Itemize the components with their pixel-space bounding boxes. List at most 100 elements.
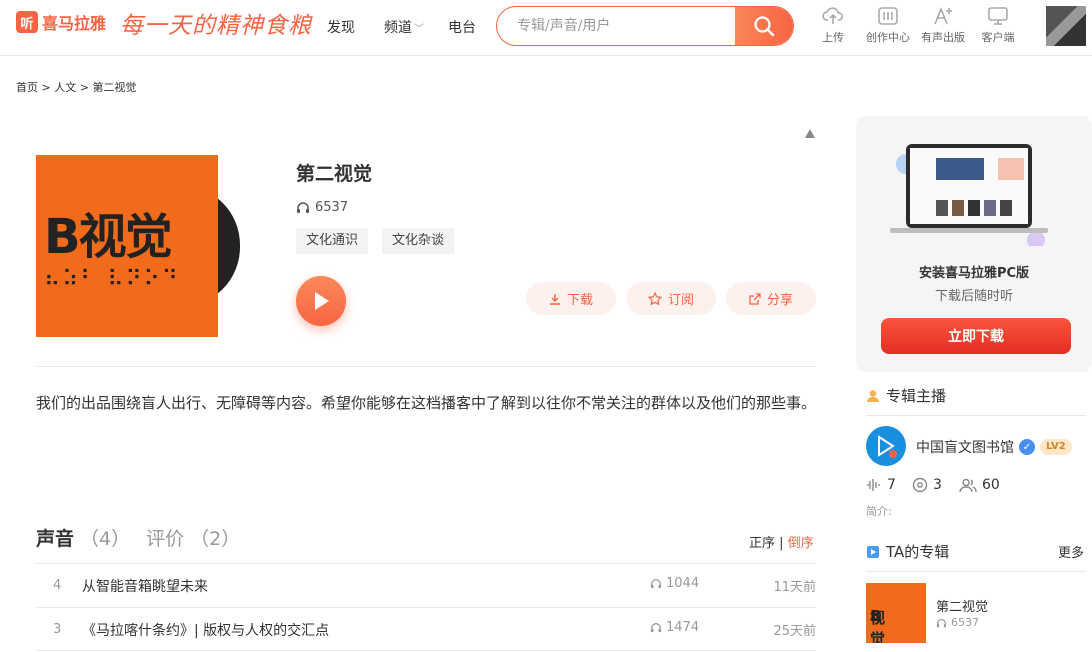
track-plays: 1044: [650, 576, 699, 591]
star-icon: [647, 291, 662, 305]
tab-tracks[interactable]: 声音 （4）: [36, 528, 130, 550]
album-title: 第二视觉: [296, 163, 373, 185]
breadcrumb-separator: >: [79, 81, 89, 94]
content-tabs: 声音 （4） 评价 （2）: [36, 524, 240, 551]
anchor-avatar[interactable]: [866, 426, 906, 466]
track-index: 4: [53, 578, 62, 593]
ta-album-title[interactable]: 第二视觉: [936, 596, 988, 615]
headphones-icon: [936, 618, 947, 627]
album-description: 我们的出品围绕盲人出行、无障碍等内容。希望你能够在这档播客中了解到以往你不常关注…: [36, 394, 817, 412]
level-badge: LV2: [1040, 439, 1072, 455]
subscribe-label: 订阅: [667, 293, 694, 308]
tab-reviews-label: 评价: [146, 528, 185, 550]
album-plays-count: 6537: [315, 200, 349, 215]
tab-reviews-count: （2）: [190, 528, 241, 550]
divider: [36, 650, 816, 651]
breadcrumb-home[interactable]: 首页: [16, 81, 38, 94]
anchor-intro-label: 简介:: [866, 505, 892, 518]
anchor-section-label: 专辑主播: [886, 387, 947, 405]
creator-center-label: 创作中心: [866, 31, 910, 44]
track-row[interactable]: 3 《马拉喀什条约》| 版权与人权的交汇点 1474 25天前: [36, 607, 816, 651]
text-plus-icon: [934, 6, 952, 25]
ta-album-plays: 6537: [936, 616, 979, 629]
download-now-button[interactable]: 立即下载: [881, 318, 1071, 354]
track-time: 25天前: [773, 624, 816, 639]
more-link[interactable]: 更多: [1058, 542, 1084, 561]
breadcrumb-current: 第二视觉: [92, 81, 137, 94]
subscribe-button[interactable]: 订阅: [626, 282, 716, 315]
slogan: 每一天的精神食粮: [120, 13, 312, 39]
logo-text: 喜马拉雅: [42, 14, 107, 33]
breadcrumb-category[interactable]: 人文: [54, 81, 76, 94]
ta-album-cover[interactable]: B 视觉: [866, 583, 926, 643]
nav-discover[interactable]: 发现: [327, 17, 355, 37]
sort-separator: |: [779, 536, 784, 551]
sort-asc[interactable]: 正序: [749, 536, 775, 551]
download-icon: [549, 293, 560, 305]
ta-album-plays-count: 6537: [951, 616, 979, 629]
nav-radio[interactable]: 电台: [448, 17, 476, 37]
cover-text: 视觉: [78, 209, 173, 265]
user-icon: [867, 389, 879, 402]
upload-cloud-icon: [822, 7, 844, 24]
divider: [36, 366, 816, 367]
track-title[interactable]: 《马拉喀什条约》| 版权与人权的交汇点: [82, 620, 329, 640]
track-row[interactable]: 4 从智能音箱眺望未来 1044 11天前: [36, 563, 816, 607]
search-button[interactable]: [735, 7, 793, 45]
share-button[interactable]: 分享: [726, 282, 816, 315]
upload-label: 上传: [822, 31, 844, 44]
audio-publish-button[interactable]: 有声出版: [913, 6, 973, 45]
anchor-stat-albums: 3: [912, 477, 942, 493]
anchor-stat-tracks: 7: [866, 477, 896, 493]
mini-cover-text: 视觉: [870, 609, 886, 643]
download-button[interactable]: 下载: [526, 282, 616, 315]
logo[interactable]: 听 喜马拉雅: [16, 10, 106, 34]
search-box: [496, 6, 794, 46]
upload-button[interactable]: 上传: [803, 6, 863, 45]
ta-albums-title: TA的专辑: [866, 541, 949, 562]
track-plays: 1474: [650, 620, 699, 635]
breadcrumb: 首页 > 人文 > 第二视觉: [16, 79, 136, 95]
tab-tracks-label: 声音: [36, 528, 75, 550]
breadcrumb-separator: >: [41, 81, 51, 94]
top-header: 听 喜马拉雅 每一天的精神食粮 发现 频道﹀ 电台 上传 创作中心 有声出版 客…: [0, 0, 1092, 56]
anchor-stat-fans: 60: [959, 477, 1000, 493]
anchor-section-title: 专辑主播: [866, 385, 946, 406]
play-button[interactable]: [296, 276, 346, 326]
nav-channels-label: 频道: [384, 20, 412, 36]
album-icon: [912, 477, 928, 493]
stat-tracks-value: 7: [887, 477, 896, 493]
report-flag-icon[interactable]: [804, 128, 816, 140]
play-icon: [315, 292, 329, 310]
laptop-illustration: [890, 144, 1048, 246]
search-icon: [754, 16, 775, 37]
user-avatar[interactable]: [1046, 6, 1086, 46]
share-icon: [749, 292, 761, 305]
track-title[interactable]: 从智能音箱眺望未来: [82, 576, 208, 596]
sort-desc[interactable]: 倒序: [788, 536, 814, 551]
monitor-icon: [988, 7, 1008, 25]
stat-fans-value: 60: [982, 477, 1000, 493]
nav-channels[interactable]: 频道 ﹀: [384, 17, 424, 37]
anchor-name[interactable]: 中国盲文图书馆: [916, 437, 1014, 457]
soundwave-icon: [867, 479, 880, 491]
share-label: 分享: [766, 293, 793, 308]
download-label: 下载: [566, 293, 593, 308]
track-plays-count: 1044: [666, 576, 700, 591]
album-cover: B视觉 ⠦⠵⠃ ⠧⠝⠕⠙: [36, 155, 218, 337]
headphones-icon: [650, 579, 662, 589]
stat-albums-value: 3: [933, 477, 942, 493]
track-index: 3: [53, 622, 62, 637]
headphones-icon: [650, 623, 662, 633]
search-input[interactable]: [497, 7, 735, 45]
tag-culture-general[interactable]: 文化通识: [296, 228, 369, 254]
client-download-button[interactable]: 客户端: [968, 6, 1028, 45]
tab-reviews[interactable]: 评价 （2）: [146, 528, 240, 550]
creator-center-button[interactable]: 创作中心: [858, 6, 918, 45]
tag-culture-talk[interactable]: 文化杂谈: [382, 228, 455, 254]
braille-dots: ⠦⠵⠃ ⠧⠝⠕⠙: [44, 267, 180, 292]
library-logo-icon: [878, 435, 897, 458]
divider: [866, 571, 1086, 572]
cover-logo: B视觉: [44, 197, 173, 267]
tab-tracks-count: （4）: [80, 528, 131, 550]
